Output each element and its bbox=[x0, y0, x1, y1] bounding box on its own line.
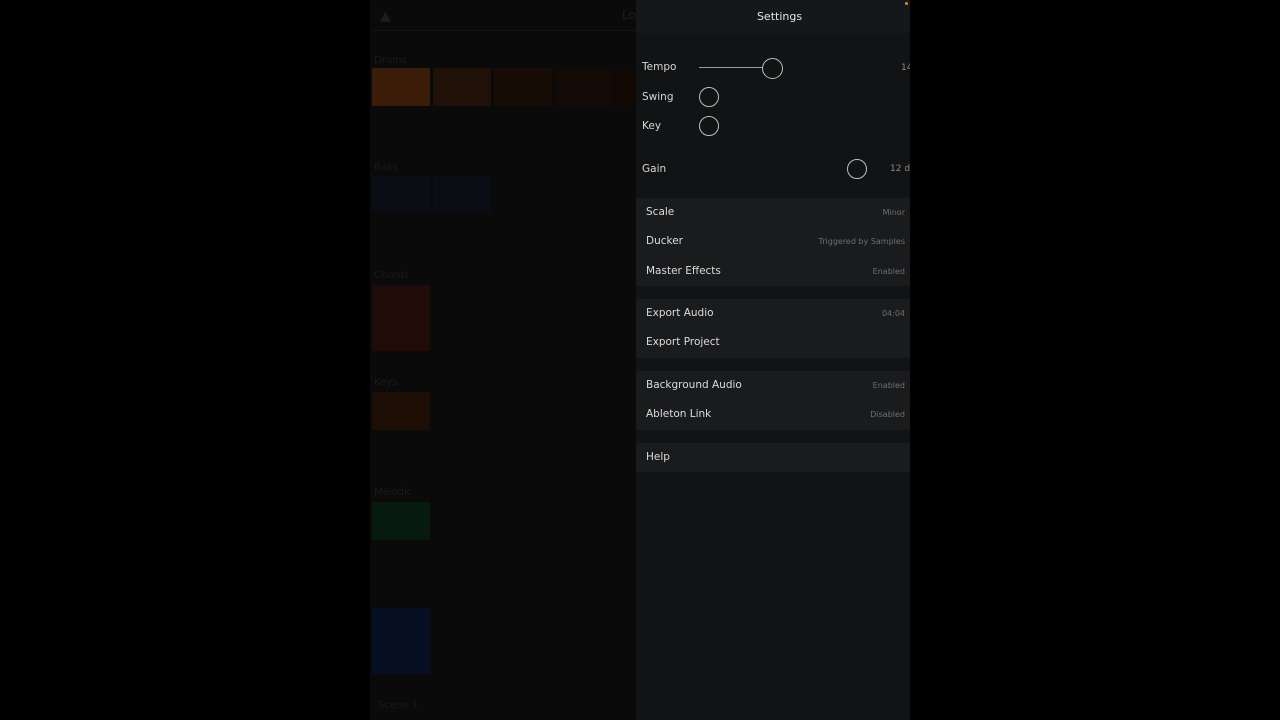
background-clip bbox=[372, 176, 430, 212]
gain-label: Gain bbox=[642, 163, 667, 175]
help-label: Help bbox=[646, 451, 670, 463]
ducker-value: Triggered by Samples bbox=[818, 237, 905, 247]
scale-value: Minor bbox=[882, 208, 905, 217]
master-effects-label: Master Effects bbox=[646, 264, 721, 277]
status-dot-icon bbox=[905, 2, 908, 5]
export-project-label: Export Project bbox=[646, 336, 720, 349]
background-clip bbox=[372, 285, 430, 351]
background-audio-label: Background Audio bbox=[646, 379, 742, 391]
settings-header: Settings bbox=[636, 0, 910, 33]
key-knob[interactable] bbox=[699, 116, 719, 136]
export-audio-value: 04:04 bbox=[881, 309, 905, 318]
ducker-label: Ducker bbox=[646, 235, 683, 248]
background-audio-value: Enabled bbox=[872, 381, 905, 390]
background-clip bbox=[433, 68, 491, 106]
background-group-label: Drums bbox=[374, 55, 408, 66]
settings-group-sound: Scale Minor Ducker Triggered by Samples … bbox=[636, 198, 910, 286]
swing-label: Swing bbox=[642, 91, 674, 103]
background-clip bbox=[372, 608, 430, 674]
master-effects-value: Enabled bbox=[872, 266, 905, 276]
background-scene-label: Scene 1 bbox=[378, 700, 419, 711]
swing-knob[interactable] bbox=[699, 87, 719, 107]
ducker-row[interactable]: Ducker Triggered by Samples bbox=[636, 227, 910, 256]
background-clip bbox=[616, 68, 636, 106]
tempo-value: 14 bbox=[901, 63, 910, 73]
background-group-label: Keys bbox=[374, 377, 398, 388]
export-audio-row[interactable]: Export Audio 04:04 bbox=[636, 299, 910, 328]
ableton-link-label: Ableton Link bbox=[646, 408, 712, 421]
background-clip bbox=[555, 68, 613, 106]
master-effects-row[interactable]: Master Effects Enabled bbox=[636, 257, 910, 286]
background-clip bbox=[372, 68, 430, 106]
settings-title: Settings bbox=[756, 10, 803, 23]
settings-group-audio: Background Audio Enabled Ableton Link Di… bbox=[636, 371, 910, 430]
export-audio-label: Export Audio bbox=[646, 307, 714, 319]
help-row[interactable]: Help bbox=[636, 443, 910, 472]
gain-value: 12 d bbox=[890, 164, 910, 174]
background-group-label: Chords bbox=[374, 270, 409, 281]
settings-panel: Settings Tempo 14 Swing Key Gain 12 d Sc… bbox=[636, 0, 910, 720]
background-divider bbox=[372, 30, 636, 31]
key-label: Key bbox=[642, 120, 662, 132]
gain-knob[interactable] bbox=[847, 159, 867, 179]
tempo-label: Tempo bbox=[642, 61, 677, 73]
background-clip bbox=[433, 176, 491, 212]
background-group-label: Melodic bbox=[374, 487, 413, 498]
background-clip bbox=[372, 502, 430, 540]
scale-label: Scale bbox=[646, 206, 675, 218]
background-clip bbox=[372, 392, 430, 430]
settings-group-help: Help bbox=[636, 443, 910, 473]
settings-group-export: Export Audio 04:04 Export Project bbox=[636, 299, 910, 358]
scale-row[interactable]: Scale Minor bbox=[636, 198, 910, 227]
ableton-link-value: Disabled bbox=[870, 410, 905, 420]
tempo-slider-handle[interactable] bbox=[762, 58, 783, 79]
ableton-logo-icon: ▲ bbox=[380, 8, 391, 24]
export-project-row[interactable]: Export Project bbox=[636, 328, 910, 357]
ableton-link-row[interactable]: Ableton Link Disabled bbox=[636, 400, 910, 429]
background-clip bbox=[494, 68, 552, 106]
background-audio-row[interactable]: Background Audio Enabled bbox=[636, 371, 910, 400]
background-group-label: Bass bbox=[374, 162, 398, 173]
background-title: Lo bbox=[622, 8, 636, 22]
